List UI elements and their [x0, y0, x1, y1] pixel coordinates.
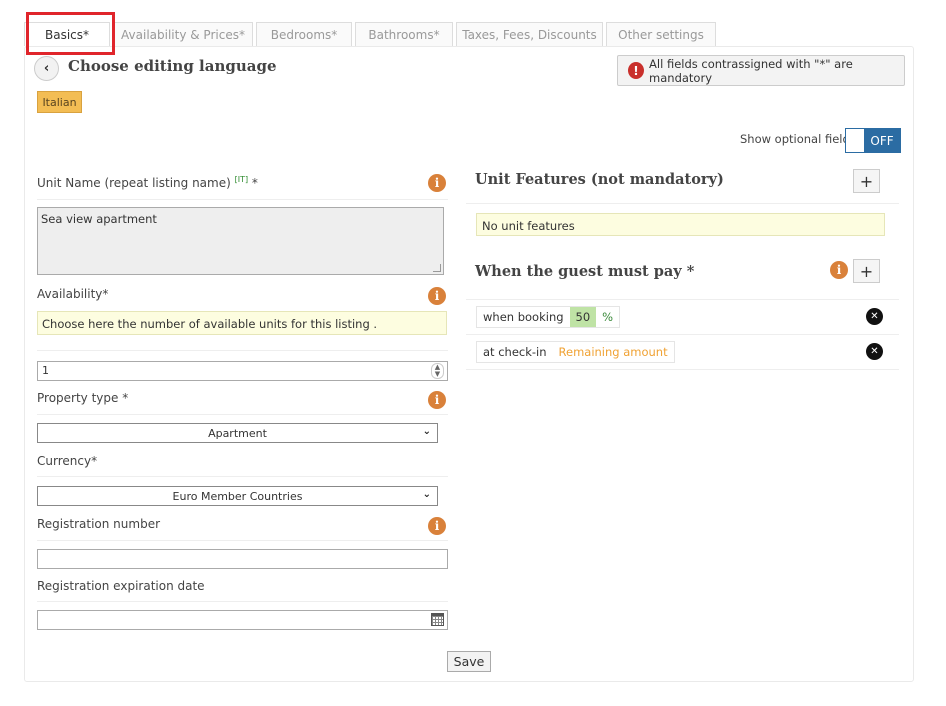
remove-icon[interactable]: ✕	[866, 343, 883, 360]
info-icon[interactable]: i	[428, 287, 446, 305]
optional-fields-toggle[interactable]: OFF	[845, 128, 901, 153]
info-icon[interactable]: i	[428, 391, 446, 409]
back-button[interactable]: ‹	[34, 56, 59, 81]
payment-row-booking: when booking 50 % ✕	[466, 299, 899, 334]
language-badge-italian[interactable]: Italian	[37, 91, 82, 113]
payment-label: at check-in	[483, 345, 547, 359]
page-title: Choose editing language	[68, 57, 277, 75]
remove-icon[interactable]: ✕	[866, 308, 883, 325]
language-tag: [IT]	[234, 175, 249, 184]
tab-basics[interactable]: Basics*	[24, 22, 110, 46]
exclamation-icon: !	[628, 62, 645, 79]
payment-percent-value[interactable]: 50	[569, 307, 597, 327]
chevron-down-icon: ⌄	[422, 426, 431, 437]
payment-remaining-value: Remaining amount	[558, 345, 668, 359]
calendar-icon[interactable]	[431, 613, 444, 626]
add-unit-feature-button[interactable]: +	[853, 169, 880, 193]
plus-icon: +	[859, 171, 874, 191]
registration-expiration-label: Registration expiration date	[37, 579, 205, 593]
currency-label: Currency*	[37, 454, 98, 468]
percent-sign: %	[602, 310, 614, 324]
payment-row-checkin: at check-in Remaining amount ✕	[466, 334, 899, 369]
divider	[37, 350, 448, 351]
tab-bathrooms[interactable]: Bathrooms*	[355, 22, 453, 46]
spinner-arrows-icon[interactable]: ▲ ▼	[431, 363, 444, 379]
divider	[37, 414, 448, 415]
payment-checkin-group: at check-in Remaining amount	[476, 341, 675, 363]
tab-bedrooms[interactable]: Bedrooms*	[256, 22, 352, 46]
divider	[37, 601, 448, 602]
availability-input[interactable]: 1 ▲ ▼	[37, 361, 448, 381]
toggle-state: OFF	[864, 129, 900, 152]
divider	[466, 203, 899, 204]
unit-features-title: Unit Features (not mandatory)	[475, 171, 724, 188]
divider	[37, 476, 448, 477]
tab-other-settings[interactable]: Other settings	[606, 22, 716, 46]
mandatory-note-text: All fields contrassigned with "*" are ma…	[649, 56, 853, 85]
tab-availability-prices[interactable]: Availability & Prices*	[113, 22, 253, 46]
payment-label: when booking	[483, 310, 564, 324]
availability-hint: Choose here the number of available unit…	[37, 311, 447, 335]
registration-number-label: Registration number	[37, 517, 161, 531]
registration-number-input[interactable]	[37, 549, 448, 569]
unit-name-label: Unit Name (repeat listing name) [IT] *	[37, 175, 258, 190]
payment-booking-group: when booking 50 %	[476, 306, 621, 328]
optional-fields-label: Show optional fields	[740, 132, 856, 146]
save-button[interactable]: Save	[447, 651, 491, 672]
info-icon[interactable]: i	[428, 174, 446, 192]
property-type-select[interactable]: Apartment ⌄	[37, 423, 438, 443]
registration-expiration-input[interactable]	[37, 610, 448, 630]
info-icon[interactable]: i	[428, 517, 446, 535]
resize-handle-icon[interactable]	[433, 264, 441, 272]
property-type-label: Property type *	[37, 391, 129, 405]
toggle-knob	[846, 129, 864, 152]
divider	[37, 199, 448, 200]
unit-name-textarea[interactable]: Sea view apartment	[37, 207, 444, 275]
chevron-down-icon: ⌄	[422, 489, 431, 500]
no-unit-features-note: No unit features	[476, 213, 885, 236]
add-payment-button[interactable]: +	[853, 259, 880, 283]
tab-bar: Basics* Availability & Prices* Bedrooms*…	[24, 22, 719, 46]
payment-title: When the guest must pay *	[475, 263, 695, 280]
plus-icon: +	[859, 261, 874, 281]
currency-select[interactable]: Euro Member Countries ⌄	[37, 486, 438, 506]
divider	[466, 369, 899, 370]
availability-label: Availability*	[37, 287, 109, 301]
chevron-left-icon: ‹	[43, 61, 50, 76]
divider	[37, 540, 448, 541]
info-icon[interactable]: i	[830, 261, 848, 279]
mandatory-note: ! All fields contrassigned with "*" are …	[617, 55, 905, 86]
tab-taxes-fees-discounts[interactable]: Taxes, Fees, Discounts	[456, 22, 603, 46]
